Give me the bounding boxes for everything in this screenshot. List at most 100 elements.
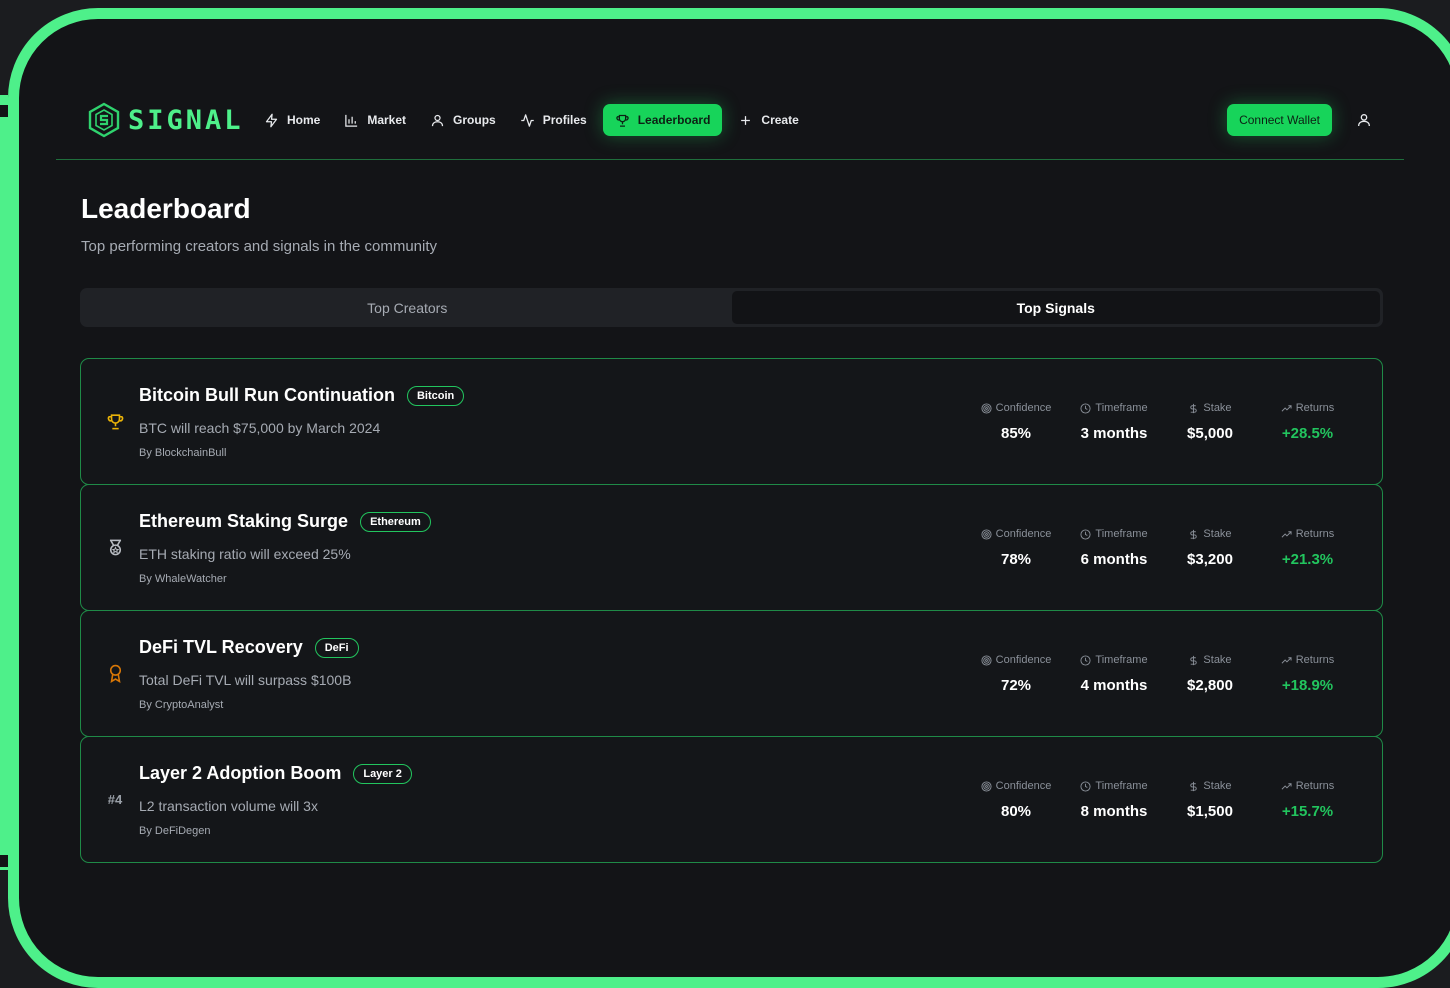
signal-title[interactable]: Bitcoin Bull Run Continuation	[139, 385, 395, 406]
stat-returns-value: +21.3%	[1281, 551, 1334, 568]
top-navbar: SIGNAL Home Market Groups Profiles Leade…	[56, 86, 1404, 160]
signal-stats: Confidence 85% Timeframe 3 months Stake …	[963, 401, 1382, 442]
nav-leaderboard-label: Leaderboard	[637, 113, 711, 127]
stat-confidence: Confidence 72%	[963, 653, 1069, 694]
signal-author[interactable]: By WhaleWatcher	[139, 573, 227, 585]
trophy-icon	[616, 114, 629, 127]
dollar-icon	[1190, 781, 1198, 791]
stat-stake-label: Stake	[1203, 402, 1232, 414]
tab-top-creators[interactable]: Top Creators	[83, 291, 732, 324]
stat-stake: Stake $5,000	[1159, 401, 1261, 442]
signal-card[interactable]: #4 Layer 2 Adoption Boom Layer 2 L2 tran…	[80, 736, 1383, 863]
user-icon[interactable]	[1356, 112, 1372, 128]
frame-edge	[0, 95, 8, 870]
signal-stats: Confidence 80% Timeframe 8 months Stake …	[963, 779, 1382, 820]
activity-icon	[520, 113, 534, 127]
stat-stake-value: $5,000	[1187, 425, 1233, 442]
clock-icon	[1080, 402, 1091, 414]
rank-indicator	[105, 611, 125, 736]
dollar-icon	[1190, 403, 1198, 413]
nav-profiles[interactable]: Profiles	[512, 104, 595, 136]
stat-returns: Returns +28.5%	[1261, 401, 1354, 442]
nav-market[interactable]: Market	[336, 104, 414, 136]
tab-top-signals[interactable]: Top Signals	[731, 291, 1380, 324]
stat-confidence-value: 78%	[1000, 551, 1032, 568]
signal-card[interactable]: DeFi TVL Recovery DeFi Total DeFi TVL wi…	[80, 610, 1383, 737]
category-badge: DeFi	[314, 637, 359, 658]
signal-title[interactable]: Layer 2 Adoption Boom	[139, 763, 341, 784]
target-icon	[981, 528, 992, 540]
stat-confidence-label: Confidence	[995, 528, 1052, 540]
stat-confidence: Confidence 78%	[963, 527, 1069, 568]
trending-up-icon	[1281, 404, 1292, 412]
signal-title[interactable]: Ethereum Staking Surge	[139, 511, 348, 532]
rank-indicator: #4	[105, 737, 125, 862]
signal-description: Total DeFi TVL will surpass $100B	[139, 672, 352, 688]
bar-chart-icon	[345, 114, 358, 127]
stat-confidence-value: 72%	[1000, 677, 1032, 694]
stat-timeframe-label: Timeframe	[1095, 528, 1148, 540]
stat-timeframe-value: 8 months	[1080, 803, 1148, 820]
nav-home[interactable]: Home	[256, 104, 328, 136]
stat-returns-value: +15.7%	[1281, 803, 1334, 820]
bolt-icon	[265, 113, 278, 127]
dollar-icon	[1190, 655, 1198, 665]
signal-stats: Confidence 78% Timeframe 6 months Stake …	[963, 527, 1382, 568]
stat-confidence-value: 85%	[1000, 425, 1032, 442]
stat-returns-label: Returns	[1295, 402, 1335, 414]
nav-leaderboard[interactable]: Leaderboard	[602, 104, 723, 136]
target-icon	[981, 654, 992, 666]
category-badge: Layer 2	[353, 763, 412, 784]
leaderboard-tabs: Top Creators Top Signals	[80, 288, 1383, 327]
stat-returns-label: Returns	[1295, 780, 1335, 792]
stat-stake-label: Stake	[1203, 780, 1232, 792]
target-icon	[981, 402, 992, 414]
signal-card[interactable]: Bitcoin Bull Run Continuation Bitcoin BT…	[80, 358, 1383, 485]
signal-author[interactable]: By BlockchainBull	[139, 447, 226, 459]
stat-timeframe-value: 3 months	[1080, 425, 1148, 442]
nav-home-label: Home	[287, 113, 321, 127]
signal-list: Bitcoin Bull Run Continuation Bitcoin BT…	[80, 358, 1383, 863]
stat-confidence-label: Confidence	[995, 654, 1052, 666]
stat-timeframe-value: 6 months	[1080, 551, 1148, 568]
stat-timeframe-label: Timeframe	[1095, 780, 1148, 792]
trophy-icon	[106, 412, 125, 431]
stat-returns-label: Returns	[1295, 654, 1335, 666]
stat-returns-label: Returns	[1295, 528, 1335, 540]
medal-icon	[106, 538, 125, 557]
nav-profiles-label: Profiles	[542, 113, 587, 127]
stat-timeframe-value: 4 months	[1080, 677, 1148, 694]
stat-confidence-label: Confidence	[995, 780, 1052, 792]
signal-author[interactable]: By DeFiDegen	[139, 825, 211, 837]
rank-indicator	[105, 359, 125, 484]
clock-icon	[1080, 528, 1091, 540]
trending-up-icon	[1281, 530, 1292, 538]
stat-stake: Stake $3,200	[1159, 527, 1261, 568]
signal-card[interactable]: Ethereum Staking Surge Ethereum ETH stak…	[80, 484, 1383, 611]
stat-confidence-label: Confidence	[995, 402, 1052, 414]
page-subtitle: Top performing creators and signals in t…	[81, 238, 438, 255]
stat-returns-value: +28.5%	[1281, 425, 1334, 442]
signal-description: L2 transaction volume will 3x	[139, 798, 318, 814]
stat-stake-value: $3,200	[1187, 551, 1233, 568]
stat-stake-label: Stake	[1203, 654, 1232, 666]
stat-timeframe-label: Timeframe	[1095, 402, 1148, 414]
signal-author[interactable]: By CryptoAnalyst	[139, 699, 223, 711]
stat-stake: Stake $2,800	[1159, 653, 1261, 694]
connect-wallet-button[interactable]: Connect Wallet	[1227, 104, 1332, 136]
nav-create-label: Create	[761, 113, 799, 127]
logo[interactable]: SIGNAL	[86, 102, 244, 138]
stat-timeframe: Timeframe 3 months	[1069, 401, 1159, 442]
trending-up-icon	[1281, 656, 1292, 664]
stat-confidence: Confidence 85%	[963, 401, 1069, 442]
stat-timeframe: Timeframe 4 months	[1069, 653, 1159, 694]
stat-stake-value: $2,800	[1187, 677, 1233, 694]
category-badge: Ethereum	[360, 511, 431, 532]
stat-timeframe: Timeframe 8 months	[1069, 779, 1159, 820]
stat-confidence: Confidence 80%	[963, 779, 1069, 820]
nav-groups[interactable]: Groups	[422, 104, 504, 136]
logo-icon	[88, 102, 120, 138]
signal-title[interactable]: DeFi TVL Recovery	[139, 637, 303, 658]
nav-create[interactable]: Create	[730, 104, 806, 136]
signal-stats: Confidence 72% Timeframe 4 months Stake …	[963, 653, 1382, 694]
